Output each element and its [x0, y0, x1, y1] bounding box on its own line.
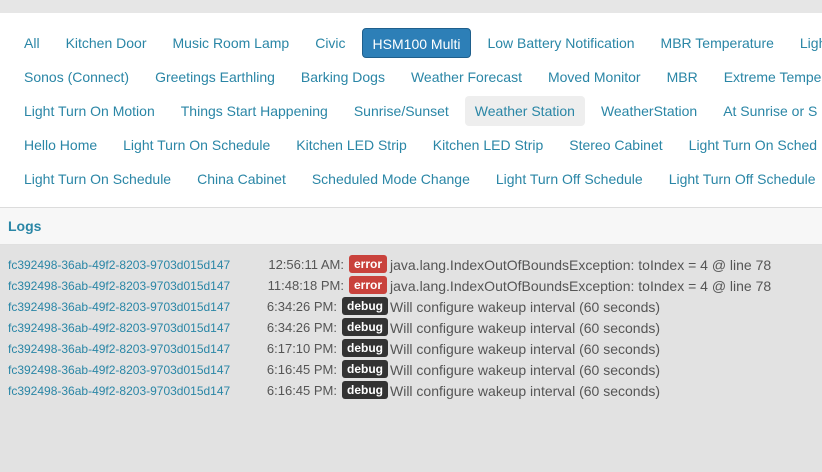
log-timestamp: 12:56:11 AM:: [268, 257, 344, 272]
log-level-badge: debug: [342, 360, 388, 378]
log-timestamp: 6:16:45 PM:: [266, 362, 337, 377]
log-message: Will configure wakeup interval (60 secon…: [390, 320, 661, 336]
log-source-link[interactable]: fc392498-36ab-49f2-8203-9703d015d147: [8, 258, 230, 272]
filter-pill[interactable]: Music Room Lamp: [163, 28, 300, 58]
log-timestamp: 6:34:26 PM:: [266, 299, 337, 314]
log-source-link[interactable]: fc392498-36ab-49f2-8203-9703d015d147: [8, 363, 230, 377]
filter-pill[interactable]: Things Start Happening: [171, 96, 338, 126]
filter-pill[interactable]: Civic: [305, 28, 355, 58]
top-bar: [0, 0, 822, 13]
filter-pill[interactable]: Sonos (Connect): [14, 62, 139, 92]
log-entry: fc392498-36ab-49f2-8203-9703d015d147 6:1…: [0, 338, 822, 359]
log-entry: fc392498-36ab-49f2-8203-9703d015d147 6:3…: [0, 296, 822, 317]
log-entry: fc392498-36ab-49f2-8203-9703d015d147 6:1…: [0, 359, 822, 380]
log-source-link[interactable]: fc392498-36ab-49f2-8203-9703d015d147: [8, 279, 230, 293]
filter-row: Hello Home Light Turn On Schedule Kitchen …: [14, 130, 822, 160]
log-source-link[interactable]: fc392498-36ab-49f2-8203-9703d015d147: [8, 384, 230, 398]
log-message: Will configure wakeup interval (60 secon…: [390, 383, 661, 399]
log-timestamp: 11:48:18 PM:: [267, 278, 344, 293]
filter-pill[interactable]: Light Turn Off Schedule: [659, 164, 822, 194]
filter-pill[interactable]: Hello Home: [14, 130, 107, 160]
filter-row: All Kitchen Door Music Room Lamp Civic HSM10…: [14, 28, 822, 58]
filter-pill[interactable]: MBR: [657, 62, 708, 92]
filter-pill[interactable]: Low Battery Notification: [477, 28, 644, 58]
log-level-badge: error: [349, 276, 388, 294]
log-timestamp: 6:34:26 PM:: [266, 320, 337, 335]
filter-bar: All Kitchen Door Music Room Lamp Civic HSM10…: [0, 13, 822, 208]
log-source-link[interactable]: fc392498-36ab-49f2-8203-9703d015d147: [8, 321, 230, 335]
filter-pill[interactable]: All: [14, 28, 50, 58]
log-message: java.lang.IndexOutOfBoundsException: toI…: [390, 257, 772, 273]
filter-pill[interactable]: Light: [790, 28, 822, 58]
log-list: fc392498-36ab-49f2-8203-9703d015d147 12:…: [0, 254, 822, 401]
filter-pill[interactable]: At Sunrise or S: [713, 96, 822, 126]
filter-pill[interactable]: Kitchen Door: [56, 28, 157, 58]
log-message: Will configure wakeup interval (60 secon…: [390, 362, 661, 378]
filter-pill[interactable]: MBR Temperature: [651, 28, 784, 58]
filter-pill[interactable]: Weather Forecast: [401, 62, 532, 92]
log-entry: fc392498-36ab-49f2-8203-9703d015d147 12:…: [0, 254, 822, 275]
log-level-badge: debug: [342, 339, 388, 357]
log-message: Will configure wakeup interval (60 secon…: [390, 299, 661, 315]
log-timestamp: 6:17:10 PM:: [266, 341, 337, 356]
log-timestamp: 6:16:45 PM:: [266, 383, 337, 398]
filter-pill[interactable]: Kitchen LED Strip: [423, 130, 554, 160]
filter-pill[interactable]: Light Turn On Schedule: [14, 164, 181, 194]
filter-pill[interactable]: Extreme Tempe: [714, 62, 822, 92]
filter-pill[interactable]: Scheduled Mode Change: [302, 164, 480, 194]
filter-pill[interactable]: Light Turn On Schedule: [113, 130, 280, 160]
filter-pill[interactable]: Kitchen LED Strip: [286, 130, 417, 160]
log-level-badge: debug: [342, 381, 388, 399]
logs-title: Logs: [8, 218, 42, 234]
log-entry: fc392498-36ab-49f2-8203-9703d015d147 6:1…: [0, 380, 822, 401]
filter-pill[interactable]: HSM100 Multi: [361, 28, 472, 58]
log-level-badge: debug: [342, 318, 388, 336]
filter-pill[interactable]: Light Turn Off Schedule: [486, 164, 653, 194]
filter-row: Sonos (Connect) Greetings Earthling Barkin…: [14, 62, 822, 92]
log-entry: fc392498-36ab-49f2-8203-9703d015d147 6:3…: [0, 317, 822, 338]
filter-pill[interactable]: Sunrise/Sunset: [344, 96, 459, 126]
filter-pill[interactable]: Stereo Cabinet: [559, 130, 672, 160]
log-source-link[interactable]: fc392498-36ab-49f2-8203-9703d015d147: [8, 300, 230, 314]
filter-pill[interactable]: Light Turn On Motion: [14, 96, 165, 126]
log-entry: fc392498-36ab-49f2-8203-9703d015d147 11:…: [0, 275, 822, 296]
log-level-badge: debug: [342, 297, 388, 315]
log-level-badge: error: [349, 255, 388, 273]
filter-row: Light Turn On Motion Things Start Happeni…: [14, 96, 822, 126]
filter-pill[interactable]: Weather Station: [464, 96, 585, 126]
filter-pill[interactable]: WeatherStation: [591, 96, 707, 126]
filter-pill[interactable]: Moved Monitor: [538, 62, 651, 92]
logs-header: Logs: [0, 208, 822, 245]
filter-pill[interactable]: Light Turn On Sched: [679, 130, 822, 160]
filter-pill[interactable]: Barking Dogs: [291, 62, 395, 92]
filter-pill[interactable]: China Cabinet: [187, 164, 296, 194]
filter-row: Light Turn On Schedule China Cabinet Sched…: [14, 164, 822, 194]
filter-pill[interactable]: Greetings Earthling: [145, 62, 285, 92]
log-source-link[interactable]: fc392498-36ab-49f2-8203-9703d015d147: [8, 342, 230, 356]
log-message: java.lang.IndexOutOfBoundsException: toI…: [390, 278, 772, 294]
log-message: Will configure wakeup interval (60 secon…: [390, 341, 661, 357]
